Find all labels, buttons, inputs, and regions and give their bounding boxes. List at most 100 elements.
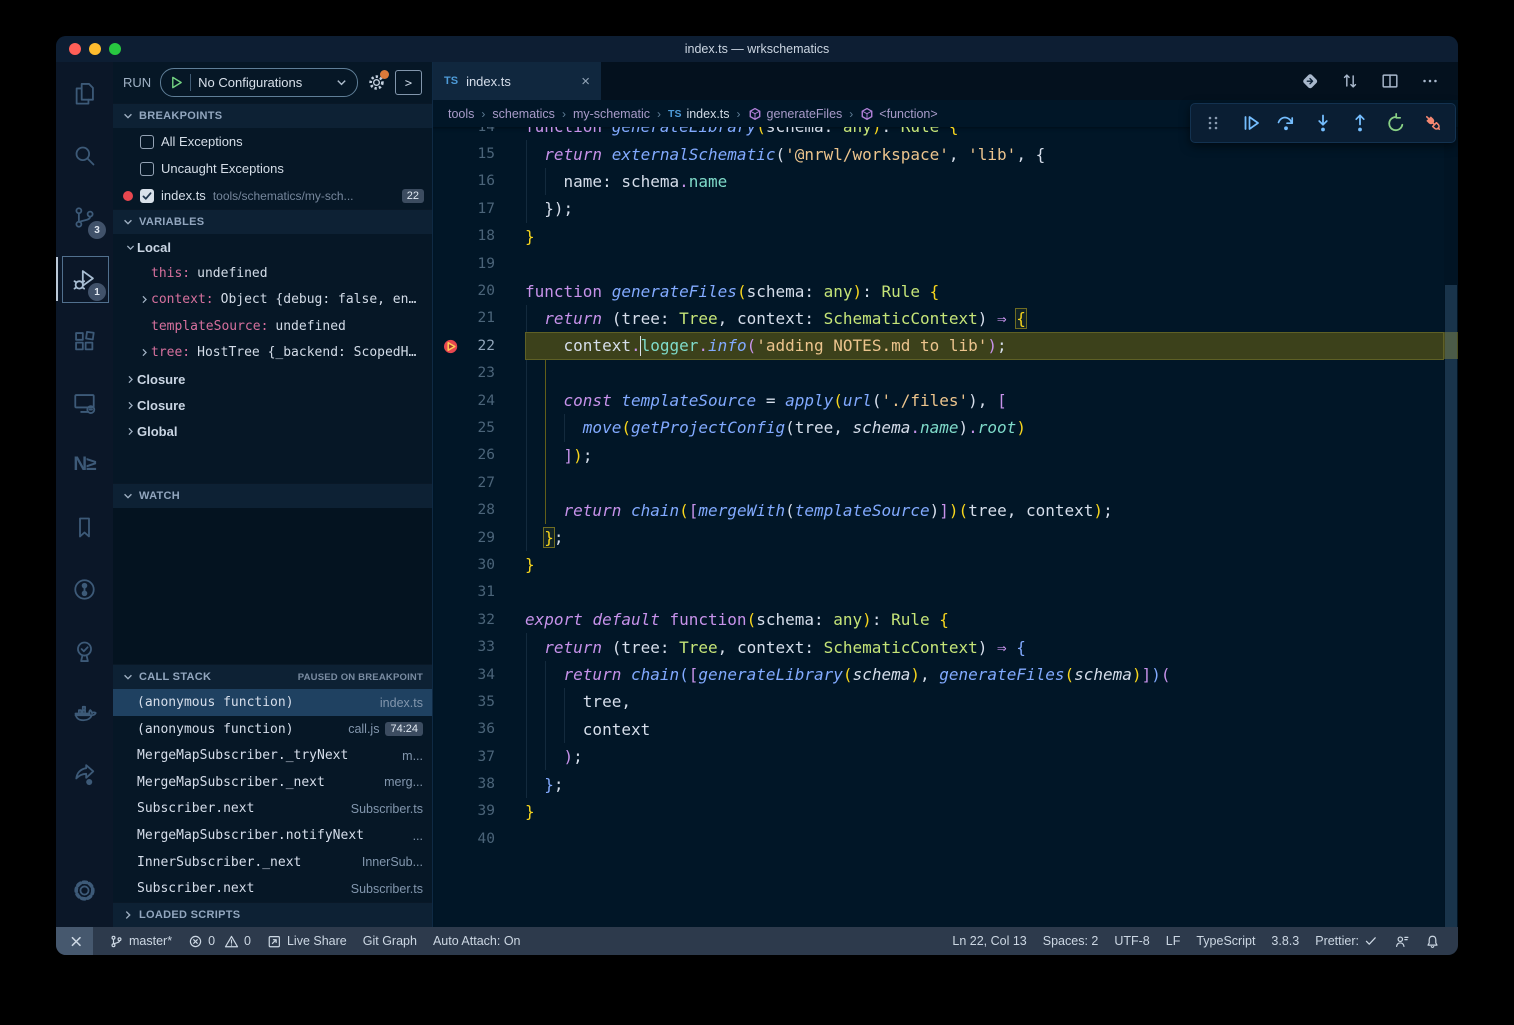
- activity-bar-item-explorer[interactable]: [56, 62, 113, 124]
- gutter-line-20[interactable]: 20: [433, 277, 525, 304]
- code-line-38[interactable]: 38 };: [433, 770, 1444, 797]
- variables-section-header[interactable]: VARIABLES: [113, 209, 432, 234]
- gutter-line-15[interactable]: 15: [433, 140, 525, 167]
- disconnect-button[interactable]: [1418, 108, 1448, 138]
- gutter-line-18[interactable]: 18: [433, 223, 525, 250]
- status-feedback[interactable]: [1386, 927, 1417, 955]
- restart-button[interactable]: [1381, 108, 1411, 138]
- status-eol[interactable]: LF: [1158, 927, 1189, 955]
- gutter-line-34[interactable]: 34: [433, 661, 525, 688]
- status-problems[interactable]: 00: [180, 927, 259, 955]
- code-line-24[interactable]: 24 const templateSource = apply(url('./f…: [433, 387, 1444, 414]
- code-line-29[interactable]: 29 };: [433, 524, 1444, 551]
- call-stack-section-header[interactable]: CALL STACK PAUSED ON BREAKPOINT: [113, 664, 432, 689]
- remote-indicator[interactable]: [56, 927, 93, 955]
- gutter-line-24[interactable]: 24: [433, 387, 525, 414]
- status-indentation[interactable]: Spaces: 2: [1035, 927, 1107, 955]
- scope-row[interactable]: Local: [113, 234, 432, 260]
- call-stack-frame[interactable]: InnerSubscriber._nextInnerSub...: [113, 849, 432, 876]
- close-window-button[interactable]: [69, 43, 81, 55]
- breakpoint-checkbox[interactable]: [140, 162, 154, 176]
- gutter-line-21[interactable]: 21: [433, 305, 525, 332]
- breadcrumb-item-index-ts[interactable]: TSindex.ts: [668, 107, 730, 121]
- activity-bar-item-settings[interactable]: [56, 859, 113, 921]
- tab-index-ts[interactable]: TS index.ts ×: [433, 62, 601, 100]
- breakpoint-checkbox[interactable]: [140, 135, 154, 149]
- code-line-17[interactable]: 17 });: [433, 195, 1444, 222]
- gutter-line-14[interactable]: 14: [433, 127, 525, 140]
- breadcrumb-item-schematics[interactable]: schematics: [492, 107, 555, 121]
- code-line-20[interactable]: 20function generateFiles(schema: any): R…: [433, 277, 1444, 304]
- code-line-28[interactable]: 28 return chain([mergeWith(templateSourc…: [433, 496, 1444, 523]
- start-debug-icon[interactable]: [170, 76, 183, 89]
- call-stack-frame[interactable]: Subscriber.nextSubscriber.ts: [113, 796, 432, 823]
- gutter-line-27[interactable]: 27: [433, 469, 525, 496]
- breadcrumb-item-my-schematic[interactable]: my-schematic: [573, 107, 650, 121]
- status-encoding[interactable]: UTF-8: [1106, 927, 1157, 955]
- code-line-16[interactable]: 16 name: schema.name: [433, 168, 1444, 195]
- code-line-30[interactable]: 30}: [433, 551, 1444, 578]
- variable-row[interactable]: context:Object {debug: false, en…: [113, 287, 432, 313]
- chevron-right-icon[interactable]: [137, 294, 151, 305]
- scope-row[interactable]: Closure: [113, 366, 432, 392]
- scrollbar-thumb[interactable]: [1445, 285, 1457, 927]
- call-stack-frame[interactable]: MergeMapSubscriber._nextmerg...: [113, 769, 432, 796]
- gutter-line-19[interactable]: 19: [433, 250, 525, 277]
- gutter-line-25[interactable]: 25: [433, 414, 525, 441]
- step-over-button[interactable]: [1271, 108, 1301, 138]
- chevron-right-icon[interactable]: [137, 347, 151, 358]
- call-stack-frame[interactable]: MergeMapSubscriber.notifyNext...: [113, 822, 432, 849]
- gutter-line-35[interactable]: 35: [433, 688, 525, 715]
- code-line-25[interactable]: 25 move(getProjectConfig(tree, schema.na…: [433, 414, 1444, 441]
- status-git-graph[interactable]: Git Graph: [355, 927, 425, 955]
- drag-handle[interactable]: [1198, 108, 1228, 138]
- chevron-right-icon[interactable]: [123, 426, 137, 437]
- status-prettier[interactable]: Prettier:: [1307, 927, 1386, 955]
- call-stack-frame[interactable]: (anonymous function)index.ts: [113, 689, 432, 716]
- split-editor-button[interactable]: [1380, 71, 1400, 91]
- loaded-scripts-section-header[interactable]: LOADED SCRIPTS: [113, 902, 432, 927]
- code-line-23[interactable]: 23: [433, 360, 1444, 387]
- activity-bar-item-live-share[interactable]: [56, 744, 113, 806]
- status-auto-attach[interactable]: Auto Attach: On: [425, 927, 529, 955]
- debug-configuration-dropdown[interactable]: No Configurations: [160, 68, 358, 97]
- variable-row[interactable]: this:undefined: [113, 260, 432, 286]
- code-line-32[interactable]: 32export default function(schema: any): …: [433, 606, 1444, 633]
- status-language-mode[interactable]: TypeScript: [1188, 927, 1263, 955]
- code-line-21[interactable]: 21 return (tree: Tree, context: Schemati…: [433, 305, 1444, 332]
- zoom-window-button[interactable]: [109, 43, 121, 55]
- code-line-34[interactable]: 34 return chain([generateLibrary(schema)…: [433, 661, 1444, 688]
- activity-bar-item-gitlens[interactable]: [56, 558, 113, 620]
- chevron-right-icon[interactable]: [123, 400, 137, 411]
- gutter-line-33[interactable]: 33: [433, 633, 525, 660]
- gutter-line-17[interactable]: 17: [433, 195, 525, 222]
- minimize-window-button[interactable]: [89, 43, 101, 55]
- breadcrumb-item-generatefiles[interactable]: generateFiles: [748, 107, 843, 121]
- debug-settings-gear[interactable]: [367, 73, 386, 92]
- activity-bar-item-search[interactable]: [56, 124, 113, 186]
- call-stack-frame[interactable]: MergeMapSubscriber._tryNextm...: [113, 742, 432, 769]
- code-line-15[interactable]: 15 return externalSchematic('@nrwl/works…: [433, 140, 1444, 167]
- chevron-right-icon[interactable]: [123, 374, 137, 385]
- status-git-branch[interactable]: master*: [101, 927, 180, 955]
- gutter-line-23[interactable]: 23: [433, 360, 525, 387]
- gutter-line-16[interactable]: 16: [433, 168, 525, 195]
- breakpoint-row[interactable]: All Exceptions: [113, 128, 432, 155]
- activity-bar-item-docker[interactable]: [56, 682, 113, 744]
- code-line-33[interactable]: 33 return (tree: Tree, context: Schemati…: [433, 633, 1444, 660]
- activity-bar-item-bookmarks[interactable]: [56, 496, 113, 558]
- debug-console-button[interactable]: >: [395, 70, 422, 95]
- code-line-27[interactable]: 27: [433, 469, 1444, 496]
- gutter-line-40[interactable]: 40: [433, 825, 525, 852]
- step-into-button[interactable]: [1308, 108, 1338, 138]
- gutter-line-28[interactable]: 28: [433, 496, 525, 523]
- activity-bar-item-remote-explorer[interactable]: [56, 372, 113, 434]
- status-notifications[interactable]: [1417, 927, 1448, 955]
- gutter-line-39[interactable]: 39: [433, 798, 525, 825]
- status-ts-version[interactable]: 3.8.3: [1263, 927, 1307, 955]
- code-line-36[interactable]: 36 context: [433, 716, 1444, 743]
- code-line-18[interactable]: 18}: [433, 223, 1444, 250]
- breakpoint-row[interactable]: index.tstools/schematics/my-sch...22: [113, 182, 432, 209]
- watch-section-header[interactable]: WATCH: [113, 483, 432, 508]
- close-tab-icon[interactable]: ×: [581, 73, 590, 90]
